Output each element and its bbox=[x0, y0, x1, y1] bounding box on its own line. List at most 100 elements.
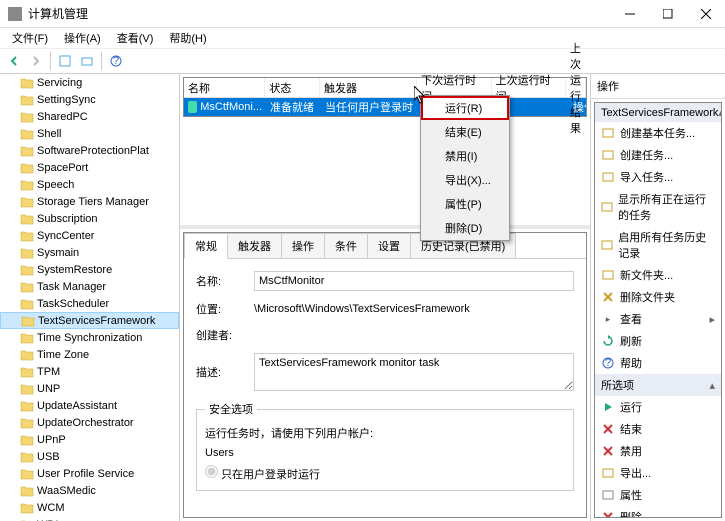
tree-item[interactable]: SharedPC bbox=[0, 108, 179, 125]
ctx-end[interactable]: 结束(E) bbox=[421, 120, 509, 144]
tree-item[interactable]: TaskScheduler bbox=[0, 295, 179, 312]
tree-item[interactable]: UpdateOrchestrator bbox=[0, 414, 179, 431]
cell-name: MsCtfMoni... bbox=[184, 101, 266, 113]
action-label: 显示所有正在运行的任务 bbox=[618, 191, 715, 223]
tab-actions[interactable]: 操作 bbox=[281, 233, 325, 258]
action-refresh[interactable]: 刷新 bbox=[595, 330, 721, 352]
action-properties[interactable]: 属性 bbox=[595, 484, 721, 506]
tree-item[interactable]: UPnP bbox=[0, 431, 179, 448]
tool-button-2[interactable] bbox=[77, 51, 97, 71]
close-button[interactable] bbox=[687, 0, 725, 28]
action-enable-history[interactable]: 启用所有任务历史记录 bbox=[595, 226, 721, 264]
security-legend: 安全选项 bbox=[205, 401, 257, 417]
menu-view[interactable]: 查看(V) bbox=[109, 28, 162, 48]
task-list: 名称 状态 触发器 下次运行时间 上次运行时间 上次运行结果 MsCtfMoni… bbox=[183, 77, 587, 117]
menu-action[interactable]: 操作(A) bbox=[56, 28, 109, 48]
tree-item[interactable]: WCM bbox=[0, 499, 179, 516]
action-show-running[interactable]: 显示所有正在运行的任务 bbox=[595, 188, 721, 226]
tree-item[interactable]: SettingSync bbox=[0, 91, 179, 108]
tree-item[interactable]: Storage Tiers Manager bbox=[0, 193, 179, 210]
ctx-properties[interactable]: 属性(P) bbox=[421, 192, 509, 216]
action-group-2[interactable]: 所选项▴ bbox=[595, 374, 721, 396]
tree-item[interactable]: USB bbox=[0, 448, 179, 465]
export-icon bbox=[601, 466, 615, 480]
new-folder-icon bbox=[601, 268, 615, 282]
tree-item[interactable]: Servicing bbox=[0, 74, 179, 91]
tree-item[interactable]: Sysmain bbox=[0, 244, 179, 261]
action-import[interactable]: 导入任务... bbox=[595, 166, 721, 188]
maximize-button[interactable] bbox=[649, 0, 687, 28]
tree-item[interactable]: TextServicesFramework bbox=[0, 312, 179, 329]
tree-item[interactable]: TPM bbox=[0, 363, 179, 380]
action-disable[interactable]: 禁用 bbox=[595, 440, 721, 462]
tree-item[interactable]: SyncCenter bbox=[0, 227, 179, 244]
disable-icon bbox=[601, 444, 615, 458]
tree-item[interactable]: SpacePort bbox=[0, 159, 179, 176]
tree-item[interactable]: Shell bbox=[0, 125, 179, 142]
refresh-icon bbox=[601, 334, 615, 348]
tree-item[interactable]: WaaSMedic bbox=[0, 482, 179, 499]
title-bar: 计算机管理 bbox=[0, 0, 725, 28]
ctx-disable[interactable]: 禁用(I) bbox=[421, 144, 509, 168]
tree-panel[interactable]: Servicing SettingSync SharedPC Shell Softwar… bbox=[0, 74, 180, 521]
tool-button-1[interactable] bbox=[55, 51, 75, 71]
col-result[interactable]: 上次运行结果 bbox=[566, 78, 586, 97]
ctx-delete[interactable]: 删除(D) bbox=[421, 216, 509, 240]
ctx-run[interactable]: 运行(R) bbox=[421, 96, 509, 120]
action-group-1[interactable]: TextServicesFramework▴ bbox=[595, 103, 721, 122]
tree-item[interactable]: Time Zone bbox=[0, 346, 179, 363]
action-run[interactable]: 运行 bbox=[595, 396, 721, 418]
tree-item[interactable]: WDI bbox=[0, 516, 179, 521]
tree-item[interactable]: SystemRestore bbox=[0, 261, 179, 278]
action-label: 帮助 bbox=[620, 355, 642, 371]
forward-button[interactable] bbox=[26, 51, 46, 71]
action-label: 运行 bbox=[620, 399, 642, 415]
actions-panel: 操作 TextServicesFramework▴ 创建基本任务...创建任务.… bbox=[590, 74, 725, 521]
create-basic-icon bbox=[601, 126, 615, 140]
tree-item[interactable]: User Profile Service bbox=[0, 465, 179, 482]
menu-file[interactable]: 文件(F) bbox=[4, 28, 56, 48]
svg-text:?: ? bbox=[605, 357, 611, 369]
tree-item[interactable]: Subscription bbox=[0, 210, 179, 227]
value-location: \Microsoft\Windows\TextServicesFramework bbox=[254, 303, 470, 315]
tree-item-label: UpdateAssistant bbox=[37, 400, 117, 412]
minimize-button[interactable] bbox=[611, 0, 649, 28]
ctx-export[interactable]: 导出(X)... bbox=[421, 168, 509, 192]
radio-logged-on[interactable]: 只在用户登录时运行 bbox=[205, 469, 320, 481]
tab-settings[interactable]: 设置 bbox=[367, 233, 411, 258]
tree-item[interactable]: UNP bbox=[0, 380, 179, 397]
input-name[interactable] bbox=[254, 271, 574, 291]
tree-item-label: SpacePort bbox=[37, 162, 88, 174]
col-name[interactable]: 名称 bbox=[184, 78, 265, 97]
tree-item[interactable]: Time Synchronization bbox=[0, 329, 179, 346]
action-delete-folder[interactable]: 删除文件夹 bbox=[595, 286, 721, 308]
action-end[interactable]: 结束 bbox=[595, 418, 721, 440]
tree-item-label: SettingSync bbox=[37, 94, 96, 106]
tree-item[interactable]: SoftwareProtectionPlat bbox=[0, 142, 179, 159]
action-label: 禁用 bbox=[620, 443, 642, 459]
properties-icon bbox=[601, 488, 615, 502]
col-triggers[interactable]: 触发器 bbox=[320, 78, 417, 97]
action-view[interactable]: ▸查看▸ bbox=[595, 308, 721, 330]
tree-item-label: Shell bbox=[37, 128, 61, 140]
help-button[interactable]: ? bbox=[106, 51, 126, 71]
menu-help[interactable]: 帮助(H) bbox=[161, 28, 214, 48]
action-new-folder[interactable]: 新文件夹... bbox=[595, 264, 721, 286]
tree-item[interactable]: Task Manager bbox=[0, 278, 179, 295]
action-export[interactable]: 导出... bbox=[595, 462, 721, 484]
action-create[interactable]: 创建任务... bbox=[595, 144, 721, 166]
input-description[interactable] bbox=[254, 353, 574, 391]
action-delete[interactable]: 删除 bbox=[595, 506, 721, 518]
tree-item[interactable]: Speech bbox=[0, 176, 179, 193]
tree-item[interactable]: UpdateAssistant bbox=[0, 397, 179, 414]
action-help[interactable]: ? 帮助 bbox=[595, 352, 721, 374]
tab-general[interactable]: 常规 bbox=[184, 233, 228, 259]
back-button[interactable] bbox=[4, 51, 24, 71]
tree-item-label: Sysmain bbox=[37, 247, 79, 259]
tab-triggers[interactable]: 触发器 bbox=[227, 233, 282, 258]
tab-conditions[interactable]: 条件 bbox=[324, 233, 368, 258]
col-status[interactable]: 状态 bbox=[265, 78, 320, 97]
app-icon bbox=[8, 7, 22, 21]
action-create-basic[interactable]: 创建基本任务... bbox=[595, 122, 721, 144]
tree-item-label: WCM bbox=[37, 502, 65, 514]
